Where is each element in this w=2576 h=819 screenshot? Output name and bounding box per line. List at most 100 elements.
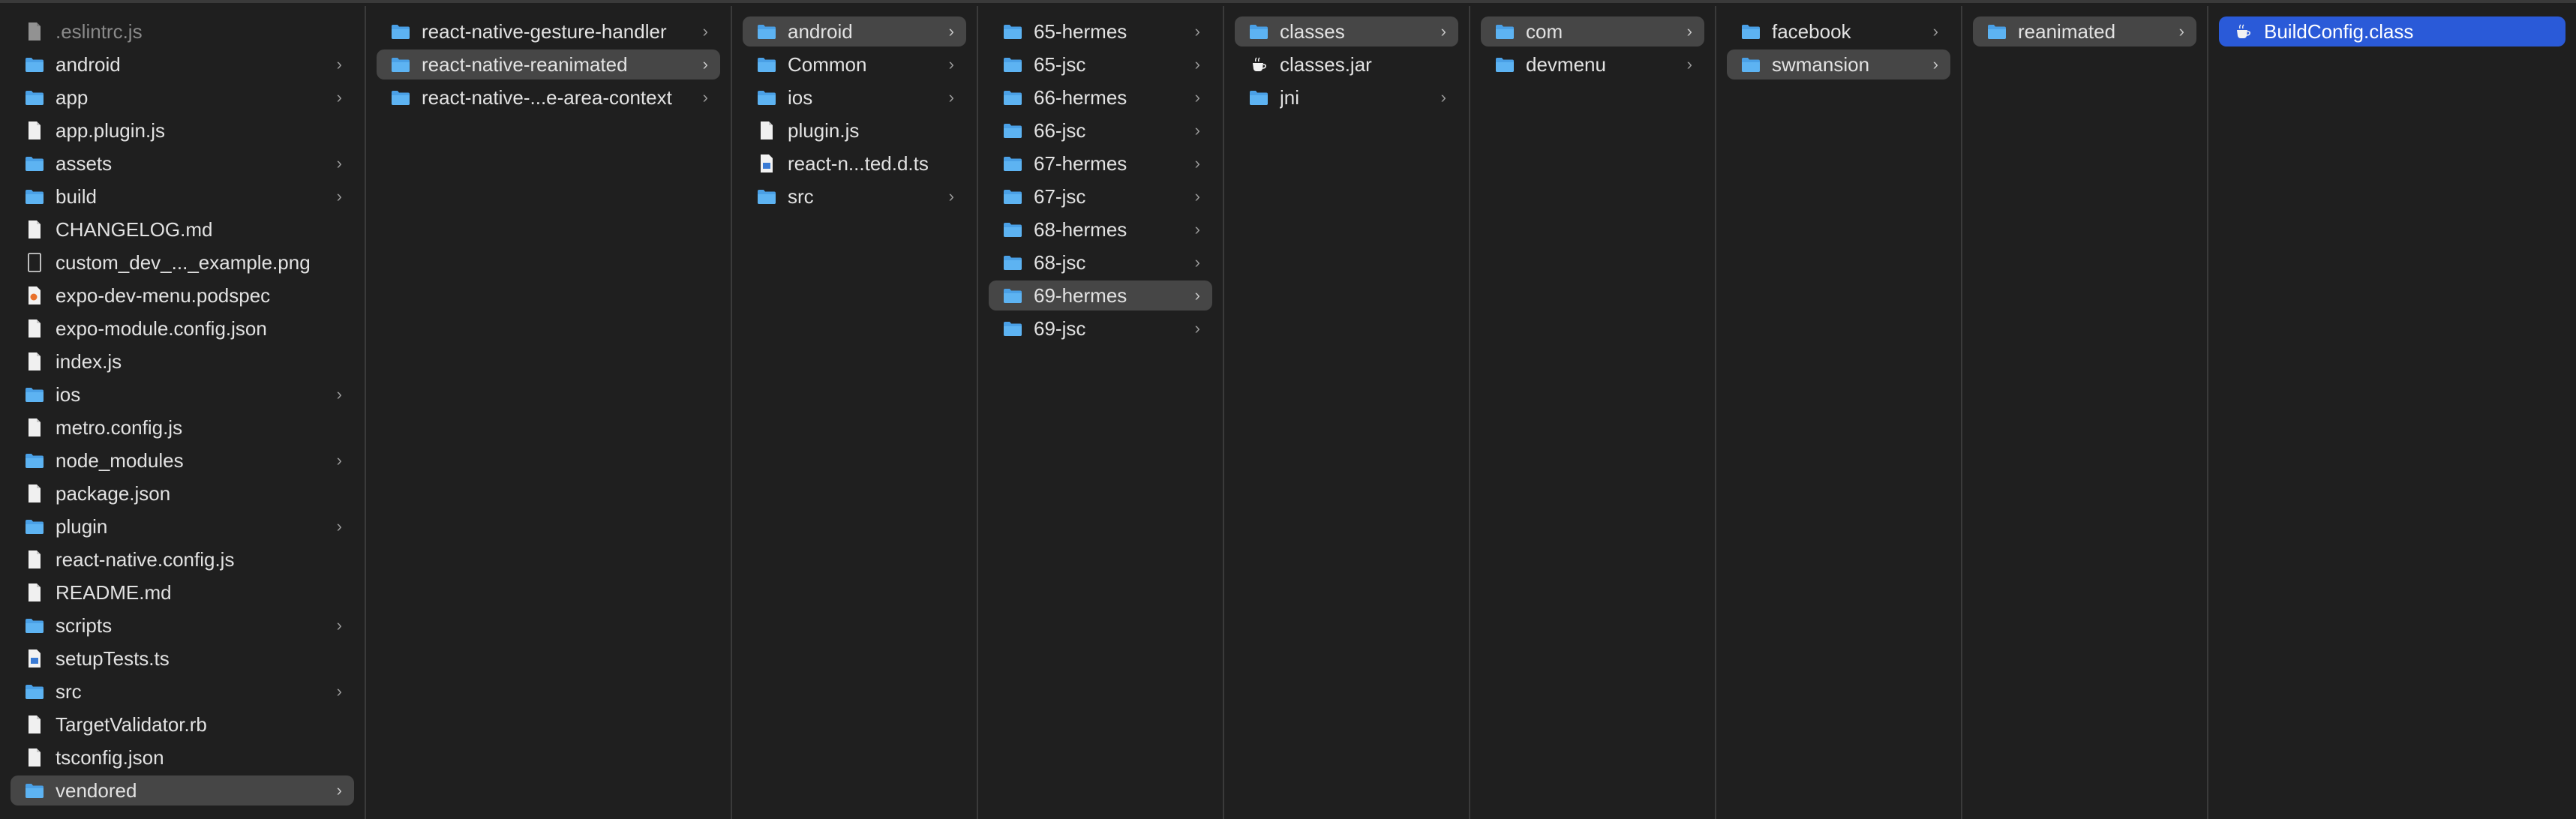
folder-item[interactable]: facebook ›	[1727, 16, 1950, 46]
item-label: vendored	[56, 778, 137, 802]
folder-item[interactable]: 67-hermes ›	[989, 148, 1212, 178]
chevron-right-icon: ›	[336, 682, 342, 700]
chevron-right-icon: ›	[1440, 22, 1446, 40]
column-expo-dev-menu[interactable]: .eslintrc.js android › app › app.plugin.js…	[0, 6, 366, 819]
item-label: jni	[1280, 86, 1300, 109]
file-item[interactable]: tsconfig.json	[11, 742, 354, 772]
file-item[interactable]: react-n...ted.d.ts	[743, 148, 966, 178]
folder-item[interactable]: 67-jsc ›	[989, 182, 1212, 212]
folder-item[interactable]: android ›	[11, 50, 354, 80]
file-item[interactable]: expo-dev-menu.podspec	[11, 280, 354, 310]
folder-item[interactable]: 69-jsc ›	[989, 314, 1212, 344]
column-reanimated[interactable]: BuildConfig.class	[2208, 6, 2576, 819]
chevron-right-icon: ›	[1932, 55, 1938, 74]
folder-item[interactable]: build ›	[11, 182, 354, 212]
folder-item[interactable]: devmenu ›	[1481, 50, 1704, 80]
folder-item[interactable]: 68-hermes ›	[989, 214, 1212, 244]
file-item[interactable]: expo-module.config.json	[11, 314, 354, 344]
item-label: swmansion	[1772, 52, 1870, 76]
item-label: 69-jsc	[1034, 316, 1086, 340]
item-label: package.json	[56, 482, 171, 505]
folder-icon	[1002, 318, 1023, 339]
folder-item[interactable]: 65-hermes ›	[989, 16, 1212, 46]
column-swmansion[interactable]: reanimated ›	[1962, 6, 2208, 819]
folder-item[interactable]: src ›	[11, 676, 354, 706]
folder-item[interactable]: Common ›	[743, 50, 966, 80]
file-item[interactable]: app.plugin.js	[11, 116, 354, 146]
column-classes[interactable]: com › devmenu ›	[1470, 6, 1716, 819]
folder-item[interactable]: com ›	[1481, 16, 1704, 46]
chevron-right-icon: ›	[948, 88, 954, 106]
file-item[interactable]: metro.config.js	[11, 412, 354, 442]
folder-item[interactable]: assets ›	[11, 148, 354, 178]
chevron-right-icon: ›	[1194, 253, 1200, 272]
folder-item[interactable]: android ›	[743, 16, 966, 46]
folder-item[interactable]: jni ›	[1235, 82, 1458, 112]
folder-item[interactable]: scripts ›	[11, 610, 354, 640]
folder-item[interactable]: react-native-gesture-handler ›	[377, 16, 720, 46]
file-item[interactable]: README.md	[11, 578, 354, 608]
item-label: facebook	[1772, 20, 1851, 43]
chevron-right-icon: ›	[336, 88, 342, 106]
item-label: custom_dev_..._example.png	[56, 250, 311, 274]
folder-icon	[756, 21, 777, 42]
folder-icon	[390, 87, 411, 108]
column-com[interactable]: facebook › swmansion ›	[1716, 6, 1962, 819]
folder-item[interactable]: reanimated ›	[1973, 16, 2196, 46]
folder-icon	[24, 153, 45, 174]
folder-item[interactable]: swmansion ›	[1727, 50, 1950, 80]
file-item[interactable]: package.json	[11, 478, 354, 508]
folder-item[interactable]: 68-jsc ›	[989, 248, 1212, 278]
column-vendored[interactable]: react-native-gesture-handler › react-nati…	[366, 6, 732, 819]
folder-icon	[24, 87, 45, 108]
chevron-right-icon: ›	[948, 22, 954, 40]
item-label: 69-hermes	[1034, 284, 1127, 307]
folder-item[interactable]: plugin ›	[11, 512, 354, 542]
file-item[interactable]: plugin.js	[743, 116, 966, 146]
folder-item[interactable]: app ›	[11, 82, 354, 112]
file-item[interactable]: classes.jar	[1235, 50, 1458, 80]
folder-icon	[756, 87, 777, 108]
folder-item[interactable]: src ›	[743, 182, 966, 212]
chevron-right-icon: ›	[336, 385, 342, 404]
file-item[interactable]: index.js	[11, 346, 354, 376]
chevron-right-icon: ›	[2178, 22, 2184, 40]
chevron-right-icon: ›	[1194, 220, 1200, 238]
folder-item[interactable]: ios ›	[743, 82, 966, 112]
folder-icon	[1002, 186, 1023, 207]
java-file-icon	[1248, 54, 1269, 75]
file-item[interactable]: .eslintrc.js	[11, 16, 354, 46]
folder-item[interactable]: react-native-...e-area-context ›	[377, 82, 720, 112]
folder-item[interactable]: 66-jsc ›	[989, 116, 1212, 146]
column-android[interactable]: 65-hermes › 65-jsc › 66-hermes › 66-jsc › 67…	[978, 6, 1224, 819]
folder-item[interactable]: classes ›	[1235, 16, 1458, 46]
item-label: 66-jsc	[1034, 118, 1086, 142]
document-icon	[24, 318, 45, 339]
file-item[interactable]: react-native.config.js	[11, 544, 354, 574]
folder-icon	[1494, 54, 1515, 75]
folder-item[interactable]: node_modules ›	[11, 446, 354, 476]
folder-item[interactable]: 66-hermes ›	[989, 82, 1212, 112]
folder-icon	[24, 384, 45, 405]
folder-item[interactable]: ios ›	[11, 380, 354, 410]
file-item[interactable]: BuildConfig.class	[2219, 16, 2565, 46]
item-label: 66-hermes	[1034, 86, 1127, 109]
document-icon	[24, 219, 45, 240]
typescript-file-icon	[24, 648, 45, 669]
folder-item[interactable]: 65-jsc ›	[989, 50, 1212, 80]
file-item[interactable]: TargetValidator.rb	[11, 710, 354, 740]
folder-item[interactable]: react-native-reanimated ›	[377, 50, 720, 80]
folder-item[interactable]: vendored ›	[11, 776, 354, 806]
column-69-hermes[interactable]: classes › classes.jar jni ›	[1224, 6, 1470, 819]
file-item[interactable]: CHANGELOG.md	[11, 214, 354, 244]
folder-item[interactable]: 69-hermes ›	[989, 280, 1212, 310]
item-label: react-n...ted.d.ts	[788, 152, 929, 175]
chevron-right-icon: ›	[336, 451, 342, 470]
file-item[interactable]: setupTests.ts	[11, 644, 354, 674]
document-icon	[24, 21, 45, 42]
file-item[interactable]: custom_dev_..._example.png	[11, 248, 354, 278]
column-react-native-reanimated[interactable]: android › Common › ios › plugin.js react-n.…	[732, 6, 978, 819]
document-icon	[24, 549, 45, 570]
chevron-right-icon: ›	[1686, 22, 1692, 40]
folder-icon	[1002, 54, 1023, 75]
